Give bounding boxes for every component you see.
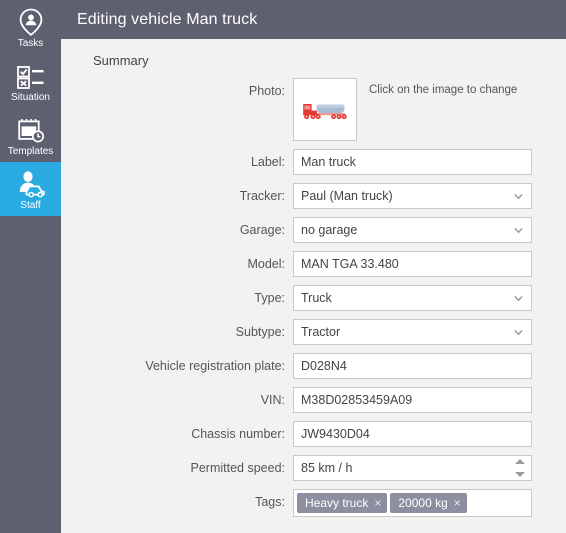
- field-label: Chassis number:: [191, 427, 285, 441]
- application-window: Tasks Situation Templates Staff Editing …: [0, 0, 566, 533]
- vehicle-form: Photo: Click on the image to change Labe…: [61, 78, 566, 517]
- sidebar-item-staff[interactable]: Staff: [0, 162, 61, 216]
- field-label: VIN:: [260, 393, 285, 407]
- form-row-permitted-speed: Permitted speed: 85 km / h: [61, 455, 566, 481]
- tag-text: 20000 kg: [398, 496, 448, 510]
- label-input[interactable]: Man truck: [293, 149, 532, 175]
- quantity-stepper[interactable]: [515, 459, 525, 477]
- garage-select[interactable]: no garage: [293, 217, 532, 243]
- stepper-up-icon[interactable]: [515, 459, 525, 464]
- photo-change-hint: Click on the image to change: [369, 84, 518, 96]
- vehicle-photo[interactable]: [293, 78, 357, 141]
- sidebar-filler: [0, 216, 61, 533]
- field-label: Subtype:: [235, 325, 285, 339]
- tags-input[interactable]: Heavy truck × 20000 kg ×: [293, 489, 532, 517]
- field-label: Vehicle registration plate:: [145, 359, 285, 373]
- tags-label: Tags:: [255, 495, 285, 509]
- form-row-subtype: Subtype: Tractor: [61, 319, 566, 345]
- close-icon[interactable]: ×: [374, 497, 381, 509]
- sidebar-item-situation[interactable]: Situation: [0, 54, 61, 108]
- form-row-chassis-number: Chassis number: JW9430D04: [61, 421, 566, 447]
- close-icon[interactable]: ×: [454, 497, 461, 509]
- sidebar-item-tasks[interactable]: Tasks: [0, 0, 61, 54]
- tag-chip[interactable]: 20000 kg ×: [390, 493, 467, 513]
- subtype-select[interactable]: Tractor: [293, 319, 532, 345]
- title-bar: Editing vehicle Man truck: [61, 0, 566, 39]
- sidebar-item-label: Tasks: [17, 38, 44, 49]
- stepper-down-icon[interactable]: [515, 472, 525, 477]
- model-input[interactable]: MAN TGA 33.480: [293, 251, 532, 277]
- form-content: Summary Photo: Click on the image to cha…: [61, 39, 566, 533]
- section-title: Summary: [93, 53, 149, 68]
- form-row-label: Label: Man truck: [61, 149, 566, 175]
- person-car-icon: [15, 168, 47, 198]
- permitted-speed-input[interactable]: 85 km / h: [293, 455, 532, 481]
- registration-plate-input[interactable]: D028N4: [293, 353, 532, 379]
- field-label: Tracker:: [239, 189, 285, 203]
- field-label: Label:: [250, 155, 285, 169]
- vin-input[interactable]: M38D02853459A09: [293, 387, 532, 413]
- form-row-vin: VIN: M38D02853459A09: [61, 387, 566, 413]
- field-label: Garage:: [239, 223, 285, 237]
- type-select[interactable]: Truck: [293, 285, 532, 311]
- tag-text: Heavy truck: [305, 496, 369, 510]
- form-row-registration-plate: Vehicle registration plate: D028N4: [61, 353, 566, 379]
- sidebar-item-label: Templates: [7, 146, 54, 157]
- field-label: Type:: [254, 291, 285, 305]
- form-row-photo: Photo: Click on the image to change: [61, 78, 566, 141]
- sidebar-item-templates[interactable]: Templates: [0, 108, 61, 162]
- checklist-icon: [16, 60, 46, 90]
- tracker-select[interactable]: Paul (Man truck): [293, 183, 532, 209]
- form-row-model: Model: MAN TGA 33.480: [61, 251, 566, 277]
- form-row-tracker: Tracker: Paul (Man truck): [61, 183, 566, 209]
- form-row-garage: Garage: no garage: [61, 217, 566, 243]
- page-title: Editing vehicle Man truck: [77, 10, 258, 28]
- tag-chip[interactable]: Heavy truck ×: [297, 493, 388, 513]
- person-pin-icon: [18, 6, 44, 36]
- sidebar-item-label: Situation: [11, 92, 50, 103]
- main-panel: Editing vehicle Man truck Summary Photo:: [61, 0, 566, 533]
- field-label: Permitted speed:: [190, 461, 286, 475]
- form-row-type: Type: Truck: [61, 285, 566, 311]
- calendar-clock-icon: [17, 114, 45, 144]
- tanker-truck-image: [303, 103, 347, 119]
- sidebar-item-label: Staff: [20, 200, 41, 211]
- form-row-tags: Tags: Heavy truck × 20000 kg ×: [61, 489, 566, 517]
- photo-label: Photo:: [248, 84, 285, 98]
- chassis-number-input[interactable]: JW9430D04: [293, 421, 532, 447]
- field-label: Model:: [247, 257, 285, 271]
- sidebar: Tasks Situation Templates Staff: [0, 0, 61, 533]
